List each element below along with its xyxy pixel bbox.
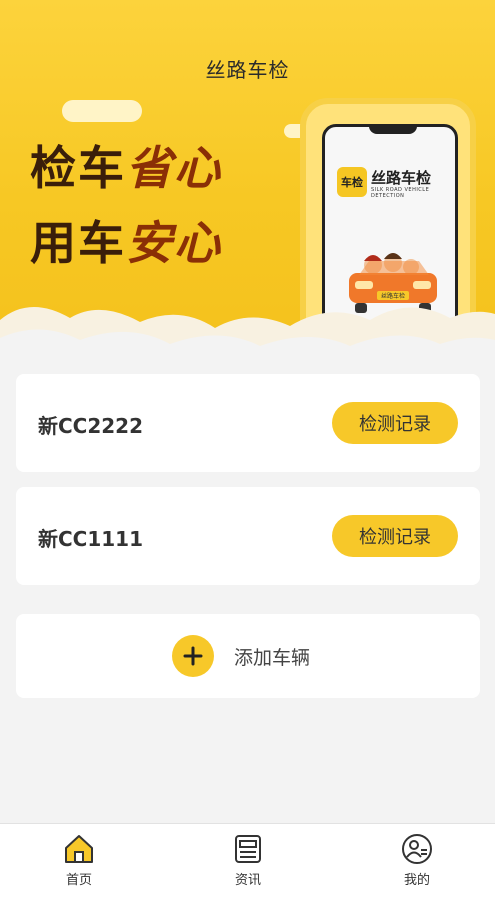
phone-brand-subtitle: SILK ROAD VEHICLE DETECTION: [371, 187, 430, 199]
hero-banner: 丝路车检 检车省心 用车安心 车检 丝路车检 SILK ROAD VEHICLE…: [0, 0, 495, 360]
inspection-record-button[interactable]: 检测记录: [332, 402, 458, 444]
plus-icon: [172, 635, 214, 677]
tab-label: 首页: [65, 873, 92, 888]
phone-brand-name: 丝路车检: [371, 169, 432, 187]
vehicle-card: 新CC1111 检测记录: [16, 487, 480, 585]
vehicle-plate: 新CC2222: [38, 414, 144, 438]
slogan-text: 检车: [30, 141, 126, 195]
slogan-accent-text: 省心: [126, 141, 222, 195]
cloud-border: [0, 307, 495, 360]
vehicle-plate: 新CC1111: [38, 527, 144, 551]
inspection-record-button[interactable]: 检测记录: [332, 515, 458, 557]
home-icon: [65, 835, 93, 863]
tab-news[interactable]: 资讯: [208, 832, 288, 888]
cloud-decoration: [62, 100, 142, 122]
phone-notch: [369, 127, 417, 134]
tab-label: 资讯: [234, 873, 261, 888]
slogan-line-2: 用车安心: [30, 220, 222, 266]
app-logo: 车检: [337, 167, 367, 197]
add-vehicle-content: 添加车辆: [172, 635, 310, 677]
news-icon: [235, 835, 261, 863]
car-plate-label: 丝路车检: [381, 292, 405, 300]
add-vehicle-label: 添加车辆: [234, 646, 311, 669]
profile-icon: [402, 834, 432, 864]
slogan-accent-text: 安心: [126, 216, 222, 270]
bottom-tab-bar: 首页 资讯 我的: [0, 823, 495, 897]
page-title: 丝路车检: [205, 58, 290, 82]
tab-home[interactable]: 首页: [39, 832, 119, 888]
slogan-text: 用车: [30, 216, 126, 270]
add-vehicle-button[interactable]: 添加车辆: [16, 614, 480, 698]
slogan-line-1: 检车省心: [30, 145, 222, 191]
vehicle-card: 新CC2222 检测记录: [16, 374, 480, 472]
tab-profile[interactable]: 我的: [377, 832, 457, 888]
tab-label: 我的: [403, 873, 430, 888]
